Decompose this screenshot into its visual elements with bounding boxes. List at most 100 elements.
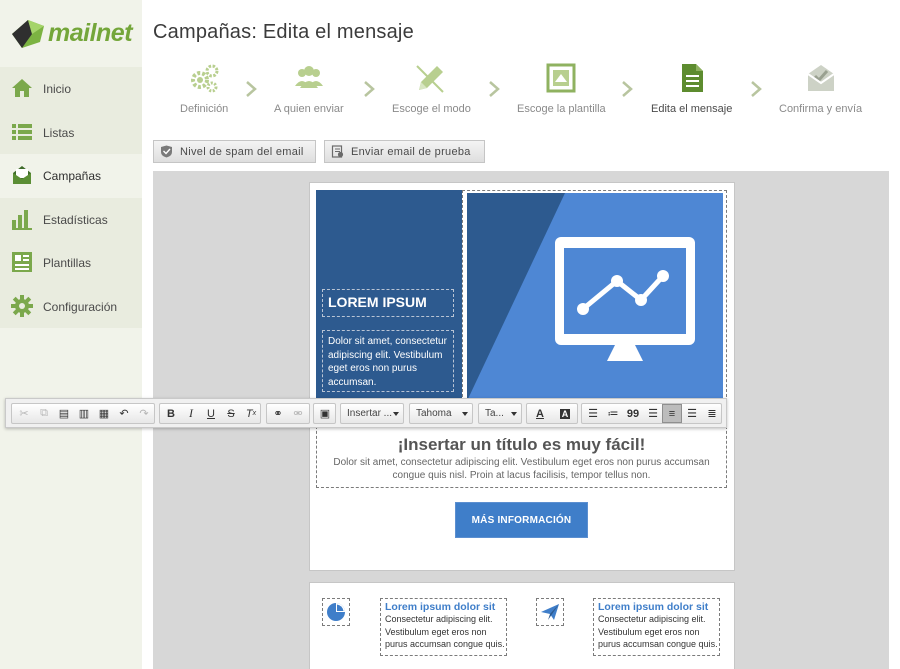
insert-dropdown-label: Insertar ... bbox=[347, 408, 393, 419]
hero-title-region bbox=[322, 289, 454, 317]
step-label: Escoge el modo bbox=[392, 103, 471, 115]
toolbar-group-paragraph: ☰ ≔ 99 ☰ ≡ ☰ ≣ bbox=[581, 403, 722, 424]
logo-leaf-icon bbox=[12, 20, 44, 48]
align-right-icon[interactable]: ☰ bbox=[682, 404, 702, 423]
step-label: Definición bbox=[180, 103, 229, 115]
chevron-right-icon bbox=[364, 81, 375, 97]
align-left-icon[interactable]: ☰ bbox=[643, 404, 663, 423]
toolbar-group-format: B I U S Tx bbox=[159, 403, 261, 424]
blockquote-icon[interactable]: 99 bbox=[623, 404, 643, 423]
paste-word-icon[interactable]: ▦ bbox=[94, 404, 114, 423]
image-icon[interactable]: ▣ bbox=[315, 404, 335, 423]
step-escoge-el-modo[interactable]: Escoge el modo bbox=[392, 62, 471, 115]
step-confirma-y-envia[interactable]: Confirma y envía bbox=[779, 62, 862, 115]
hero-image-editable-region[interactable] bbox=[462, 190, 727, 402]
chevron-right-icon bbox=[489, 81, 500, 97]
underline-icon[interactable]: U bbox=[201, 404, 221, 423]
envelope-check-icon bbox=[807, 65, 835, 91]
send-test-email-button[interactable]: Enviar email de prueba bbox=[324, 140, 485, 163]
section-editable-region bbox=[316, 426, 727, 488]
italic-icon[interactable]: I bbox=[181, 404, 201, 423]
step-label: Edita el mensaje bbox=[651, 103, 733, 115]
text-color-icon[interactable]: A bbox=[528, 404, 552, 423]
insert-dropdown[interactable]: Insertar ... bbox=[340, 403, 404, 424]
cut-icon[interactable]: ✂ bbox=[14, 404, 34, 423]
rich-text-toolbar: ✂ ⧉ ▤ ▥ ▦ ↶ ↷ B I U S Tx ⚭ ⚮ ▣ Insertar … bbox=[5, 398, 727, 428]
sidebar-item-listas[interactable]: Listas bbox=[0, 110, 142, 154]
chevron-down-icon bbox=[393, 412, 399, 416]
users-icon bbox=[294, 66, 323, 88]
toolbar-group-link: ⚭ ⚮ bbox=[266, 403, 310, 424]
sidebar-item-label: Listas bbox=[43, 125, 75, 140]
step-label: Confirma y envía bbox=[779, 103, 863, 115]
feature-icon-region[interactable] bbox=[322, 598, 350, 626]
justify-icon[interactable]: ≣ bbox=[702, 404, 722, 423]
document-icon bbox=[681, 64, 703, 92]
chevron-right-icon bbox=[246, 81, 257, 97]
brand-name: mailnet bbox=[48, 19, 133, 47]
paste-text-icon[interactable]: ▥ bbox=[74, 404, 94, 423]
link-icon[interactable]: ⚭ bbox=[268, 404, 288, 423]
app-window: mailnet Inicio Listas Campañas Estadísti… bbox=[0, 0, 900, 669]
feature-text: Consectetur adipiscing elit. Vestibulum … bbox=[598, 614, 718, 649]
redo-icon[interactable]: ↷ bbox=[134, 404, 154, 423]
chevron-right-icon bbox=[622, 81, 633, 97]
strikethrough-icon[interactable]: S bbox=[221, 404, 241, 423]
shield-icon bbox=[161, 145, 172, 158]
feature-text: Consectetur adipiscing elit. Vestibulum … bbox=[385, 614, 505, 649]
pencil-icon bbox=[416, 65, 445, 93]
list-icon bbox=[12, 123, 32, 140]
chevron-right-icon bbox=[751, 81, 762, 97]
remove-format-icon[interactable]: Tx bbox=[241, 404, 261, 423]
toolbar-group-image: ▣ bbox=[313, 403, 336, 424]
campaign-envelope-icon bbox=[13, 166, 31, 184]
copy-icon[interactable]: ⧉ bbox=[34, 404, 54, 423]
sidebar-item-inicio[interactable]: Inicio bbox=[0, 67, 142, 111]
hero-text-region bbox=[322, 330, 454, 392]
undo-icon[interactable]: ↶ bbox=[114, 404, 134, 423]
chevron-down-icon bbox=[511, 412, 517, 416]
font-size-dropdown[interactable]: Ta... bbox=[478, 403, 522, 424]
gears-icon bbox=[191, 64, 219, 93]
spam-level-button[interactable]: Nivel de spam del email bbox=[153, 140, 316, 163]
sidebar-item-plantillas[interactable]: Plantillas bbox=[0, 241, 142, 285]
sidebar-item-configuracion[interactable]: Configuración bbox=[0, 284, 142, 328]
send-test-label: Enviar email de prueba bbox=[351, 145, 471, 158]
sidebar-item-label: Plantillas bbox=[43, 256, 92, 270]
sidebar-item-campanas[interactable]: Campañas bbox=[0, 154, 142, 198]
toolbar-group-clipboard: ✂ ⧉ ▤ ▥ ▦ ↶ ↷ bbox=[11, 403, 155, 424]
sidebar-background bbox=[0, 328, 142, 669]
bar-chart-icon bbox=[12, 209, 32, 230]
template-frame-icon bbox=[546, 63, 576, 93]
feature-text-2[interactable]: Lorem ipsum dolor sit Consectetur adipis… bbox=[593, 598, 720, 656]
sidebar-item-estadisticas[interactable]: Estadísticas bbox=[0, 197, 142, 241]
wizard-steps: Definición A quien enviar Escoge el modo bbox=[153, 62, 893, 122]
step-a-quien-enviar[interactable]: A quien enviar bbox=[274, 62, 344, 115]
font-size-label: Ta... bbox=[485, 408, 504, 419]
font-family-dropdown[interactable]: Tahoma bbox=[409, 403, 473, 424]
step-definicion[interactable]: Definición bbox=[180, 62, 228, 115]
bullet-list-icon[interactable]: ≔ bbox=[603, 404, 623, 423]
sidebar: mailnet Inicio Listas Campañas Estadísti… bbox=[0, 0, 142, 669]
feature-text-1[interactable]: Lorem ipsum dolor sit Consectetur adipis… bbox=[380, 598, 507, 656]
pie-chart-icon bbox=[327, 603, 345, 621]
step-escoge-la-plantilla[interactable]: Escoge la plantilla bbox=[517, 62, 606, 115]
font-family-label: Tahoma bbox=[416, 408, 452, 419]
paste-icon[interactable]: ▤ bbox=[54, 404, 74, 423]
background-color-icon[interactable]: A bbox=[553, 404, 577, 423]
background-color-glyph: A bbox=[559, 408, 571, 419]
send-test-icon bbox=[331, 145, 344, 158]
sidebar-item-label: Inicio bbox=[43, 82, 72, 96]
sidebar-item-label: Estadísticas bbox=[43, 212, 108, 227]
paper-plane-icon bbox=[541, 604, 559, 620]
cta-button[interactable]: MÁS INFORMACIÓN bbox=[455, 502, 588, 538]
brand-logo[interactable]: mailnet bbox=[8, 12, 138, 56]
step-edita-el-mensaje[interactable]: Edita el mensaje bbox=[651, 62, 732, 115]
toolbar-group-colors: A A bbox=[526, 403, 578, 424]
numbered-list-icon[interactable]: ☰ bbox=[583, 404, 603, 423]
align-center-icon[interactable]: ≡ bbox=[662, 404, 682, 423]
unlink-icon[interactable]: ⚮ bbox=[288, 404, 308, 423]
bold-icon[interactable]: B bbox=[161, 404, 181, 423]
sidebar-nav: Inicio Listas Campañas Estadísticas Plan… bbox=[0, 67, 142, 328]
feature-icon-region[interactable] bbox=[536, 598, 564, 626]
